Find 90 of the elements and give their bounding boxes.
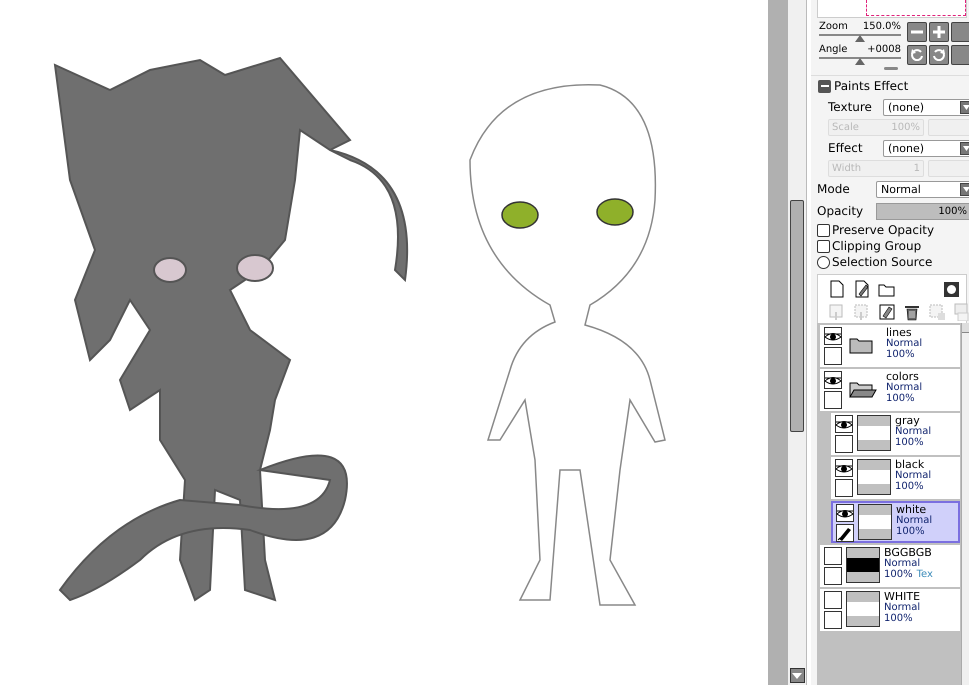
visibility-toggle[interactable]: [824, 371, 842, 389]
tool-button[interactable]: [929, 22, 949, 42]
layer-opacity: 100%: [884, 613, 913, 624]
layer-thumbnail: [846, 591, 880, 627]
section-title: Paints Effect: [834, 79, 908, 93]
slider-thumb[interactable]: [855, 35, 865, 42]
blend-mode: Normal: [895, 426, 932, 437]
field-label: Effect: [828, 141, 864, 155]
lock-toggle[interactable]: [824, 611, 842, 629]
blend-mode: Normal: [886, 382, 922, 393]
checkbox-option[interactable]: Clipping Group: [811, 238, 969, 254]
visibility-toggle[interactable]: [824, 547, 842, 565]
opacity-slider[interactable]: 100%: [876, 202, 969, 220]
layer-name: WHITE: [884, 591, 920, 602]
layer-thumbnail: [857, 459, 891, 495]
layer-name: gray: [895, 415, 920, 426]
blend-mode: Normal: [884, 602, 920, 613]
visibility-toggle[interactable]: [824, 591, 842, 609]
dropdown[interactable]: Normal: [876, 180, 969, 198]
slider-value: +0008: [867, 44, 901, 56]
slider-value: 100%: [938, 206, 967, 216]
layer-name: black: [895, 459, 924, 470]
slider-value: 150.0%: [862, 21, 901, 33]
layer-item[interactable]: black Normal 100%: [831, 457, 960, 499]
field-label: Mode: [817, 182, 851, 196]
visibility-toggle[interactable]: [835, 415, 853, 433]
caret-icon: [792, 672, 802, 678]
dropdown[interactable]: (none): [883, 98, 969, 116]
lock-toggle[interactable]: [824, 567, 842, 585]
layer-name: white: [896, 504, 926, 515]
tool-button[interactable]: [907, 22, 927, 42]
blend-mode: Normal: [896, 515, 932, 526]
layer-opacity: 100%: [884, 569, 913, 580]
lock-toggle[interactable]: [824, 347, 842, 365]
eraser-icon[interactable]: [878, 303, 896, 321]
tool-button[interactable]: [951, 44, 969, 64]
layer-item[interactable]: BGGBGB Normal 100% Tex: [820, 545, 960, 587]
rotate-left-icon: [911, 48, 923, 60]
scroll-down-button[interactable]: [790, 668, 804, 683]
tool-button[interactable]: [929, 44, 949, 64]
layer-item[interactable]: white Normal 100%: [831, 501, 960, 543]
layer-thumbnail: [857, 415, 891, 451]
slider-label: Zoom: [819, 21, 848, 33]
field-label: Opacity: [817, 204, 864, 218]
field-label: Texture: [828, 100, 873, 114]
zoom-in-icon: [933, 26, 945, 38]
scrollbar[interactable]: [961, 323, 969, 685]
layer-item[interactable]: colors Normal 100%: [820, 369, 960, 411]
new-layer-icon[interactable]: [828, 280, 846, 298]
tool-button[interactable]: [907, 44, 927, 64]
slider-thumb[interactable]: [855, 58, 865, 65]
layer-thumbnail: [858, 504, 892, 540]
layer-opacity: 100%: [896, 526, 925, 537]
tool-button[interactable]: [951, 22, 969, 42]
layer-item[interactable]: gray Normal 100%: [831, 413, 960, 455]
dropdown[interactable]: (none): [883, 140, 969, 156]
scroll-thumb[interactable]: [790, 200, 804, 432]
lock-toggle[interactable]: [835, 479, 853, 497]
layer-opacity: 100%: [886, 393, 915, 404]
blend-mode: Normal: [886, 338, 922, 349]
trash-icon[interactable]: [903, 303, 921, 321]
visibility-toggle[interactable]: [836, 504, 854, 522]
visibility-toggle[interactable]: [835, 459, 853, 477]
lock-toggle[interactable]: [836, 524, 854, 542]
blend-mode: Normal: [895, 470, 932, 481]
layer-name: lines: [886, 327, 912, 338]
new-pen-layer-icon[interactable]: [853, 280, 871, 298]
layer-thumbnail: [846, 547, 880, 583]
lock-toggle[interactable]: [835, 435, 853, 453]
scroll-up-button[interactable]: [962, 323, 969, 333]
slider-label: Angle: [819, 44, 848, 56]
visibility-toggle[interactable]: [824, 327, 842, 345]
mask-icon[interactable]: [943, 280, 960, 298]
layer-item[interactable]: lines Normal 100%: [820, 325, 960, 367]
blend-mode: Normal: [884, 558, 922, 569]
layer-opacity: 100%: [886, 349, 915, 360]
splitter-handle[interactable]: [884, 67, 898, 70]
collapse-toggle[interactable]: [818, 80, 831, 92]
lock-toggle[interactable]: [824, 391, 842, 409]
layer-item[interactable]: WHITE Normal 100%: [820, 589, 960, 631]
scrollbar[interactable]: [788, 0, 806, 685]
radio-option[interactable]: Selection Source: [811, 254, 969, 270]
layer-opacity: 100%: [895, 437, 924, 448]
layer-name: colors: [886, 371, 919, 382]
layer-name: BGGBGB: [884, 547, 933, 558]
checkbox-option[interactable]: Preserve Opacity: [811, 222, 969, 238]
slider[interactable]: Zoom 150.0%: [819, 21, 901, 42]
rotate-right-icon: [933, 48, 945, 60]
layer-tag: Tex: [916, 569, 933, 580]
layer-opacity: 100%: [895, 481, 924, 492]
